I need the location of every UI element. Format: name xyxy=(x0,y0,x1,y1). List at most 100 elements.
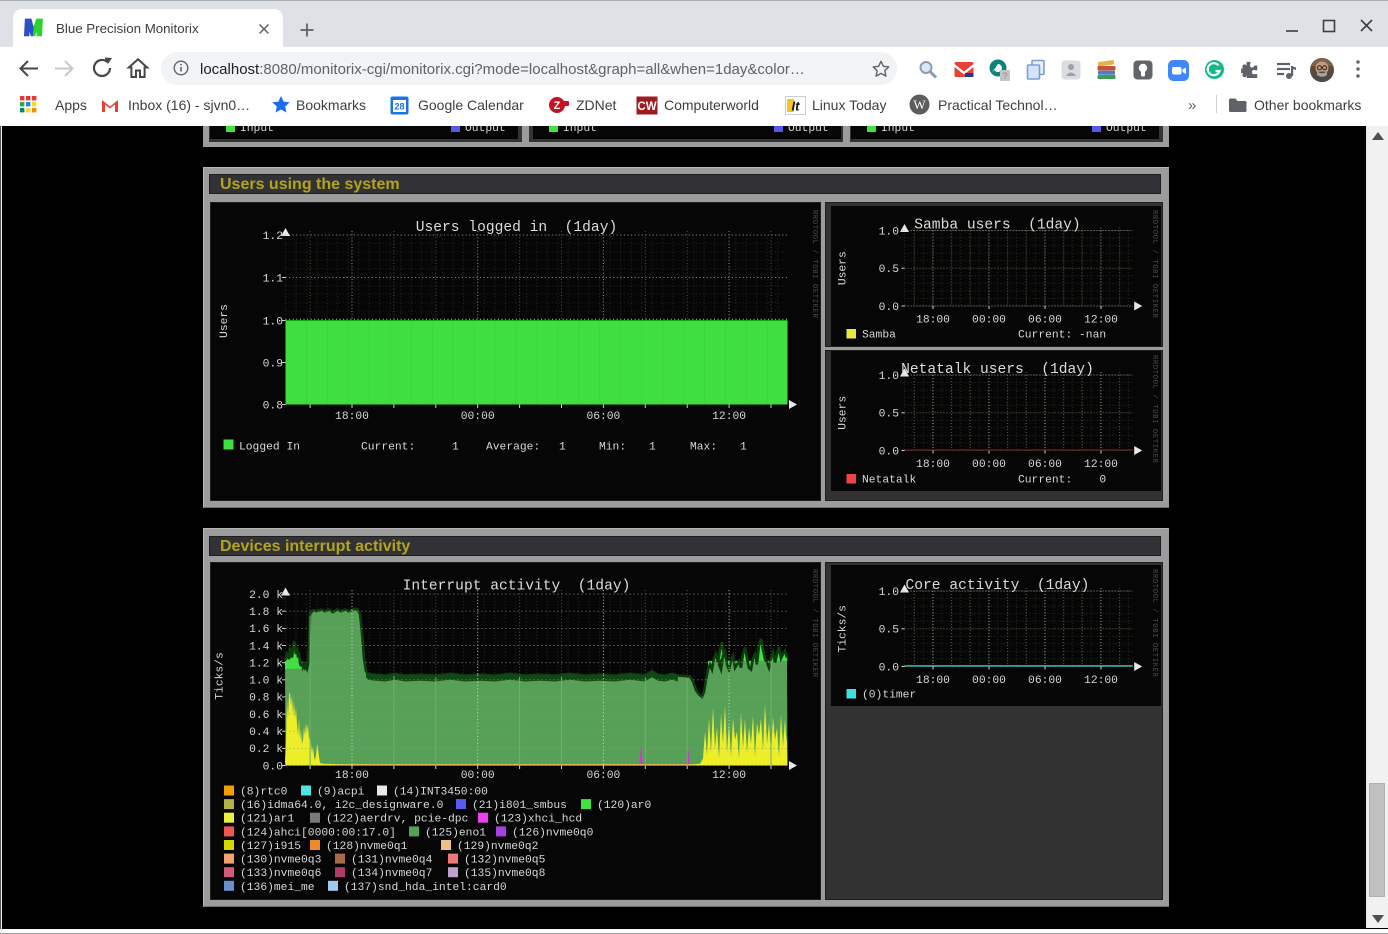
svg-text:(120)ar0: (120)ar0 xyxy=(597,800,651,812)
svg-text:RRDTOOL / TOBI OETIKER: RRDTOOL / TOBI OETIKER xyxy=(810,210,818,319)
svg-text:It: It xyxy=(792,99,801,114)
svg-text:Average:: Average: xyxy=(486,441,540,453)
svg-text:Max:: Max: xyxy=(690,441,717,453)
svg-text:0.2 k: 0.2 k xyxy=(249,744,283,756)
svg-text:(129)nvme0q2: (129)nvme0q2 xyxy=(457,841,538,853)
svg-text:1.4 k: 1.4 k xyxy=(249,641,283,653)
svg-text:0.8 k: 0.8 k xyxy=(249,693,283,705)
svg-text:1.0: 1.0 xyxy=(879,370,900,382)
svg-text:(130)nvme0q3: (130)nvme0q3 xyxy=(240,855,322,867)
svg-text:0.5: 0.5 xyxy=(879,264,900,276)
svg-text:Netatalk: Netatalk xyxy=(862,474,916,486)
svg-text:0.5: 0.5 xyxy=(879,408,900,420)
svg-text:Current: 0: Current: 0 xyxy=(1018,474,1106,486)
svg-text:RRDTOOL / TOBI OETIKER: RRDTOOL / TOBI OETIKER xyxy=(1150,569,1158,678)
svg-text:1.8 k: 1.8 k xyxy=(249,607,283,619)
svg-text:00:00: 00:00 xyxy=(972,458,1006,470)
svg-text:1.0: 1.0 xyxy=(263,316,284,328)
svg-text:(14)INT3450:00: (14)INT3450:00 xyxy=(393,787,488,799)
svg-text:Interrupt activity (1day): Interrupt activity (1day) xyxy=(403,579,631,595)
svg-text:00:00: 00:00 xyxy=(972,314,1006,326)
svg-text:?: ? xyxy=(1002,71,1007,81)
svg-text:18:00: 18:00 xyxy=(916,314,950,326)
svg-text:Users: Users xyxy=(838,251,850,285)
svg-text:0.6 k: 0.6 k xyxy=(249,710,283,722)
svg-text:0.5: 0.5 xyxy=(879,625,900,637)
svg-text:(21)i801_smbus: (21)i801_smbus xyxy=(472,800,567,812)
svg-text:Current: -nan: Current: -nan xyxy=(1018,330,1106,342)
svg-text:RRDTOOL / TOBI OETIKER: RRDTOOL / TOBI OETIKER xyxy=(1150,355,1158,464)
svg-text:(134)nvme0q7: (134)nvme0q7 xyxy=(351,868,432,880)
svg-text:(121)ar1: (121)ar1 xyxy=(240,814,294,826)
svg-text:(126)nvme0q0: (126)nvme0q0 xyxy=(512,827,594,839)
svg-text:Netatalk users (1day): Netatalk users (1day) xyxy=(901,362,1094,378)
svg-text:06:00: 06:00 xyxy=(1028,458,1062,470)
svg-text:1: 1 xyxy=(649,441,656,453)
svg-text:1.0: 1.0 xyxy=(879,226,900,238)
svg-text:1.0 k: 1.0 k xyxy=(249,676,283,688)
svg-text:(124)ahci[0000:00:17.0]: (124)ahci[0000:00:17.0] xyxy=(240,827,396,839)
svg-text:12:00: 12:00 xyxy=(1084,314,1118,326)
svg-text:12:00: 12:00 xyxy=(1084,458,1118,470)
svg-text:1.2 k: 1.2 k xyxy=(249,659,283,671)
svg-text:(0)timer: (0)timer xyxy=(862,690,916,702)
svg-text:06:00: 06:00 xyxy=(1028,314,1062,326)
svg-text:00:00: 00:00 xyxy=(461,770,495,782)
svg-text:(136)mei_me: (136)mei_me xyxy=(240,882,315,894)
svg-text:Ticks/s: Ticks/s xyxy=(838,605,850,652)
svg-text:Current:: Current: xyxy=(361,441,415,453)
svg-text:0.0: 0.0 xyxy=(879,446,900,458)
svg-text:(128)nvme0q1: (128)nvme0q1 xyxy=(326,841,408,853)
svg-text:0.9: 0.9 xyxy=(263,358,283,370)
svg-text:1: 1 xyxy=(559,441,566,453)
svg-text:(16)idma64.0, i2c_designware.0: (16)idma64.0, i2c_designware.0 xyxy=(240,800,444,812)
svg-text:W: W xyxy=(913,97,926,112)
svg-text:CW: CW xyxy=(637,101,656,113)
svg-text:18:00: 18:00 xyxy=(335,411,369,423)
svg-text:Users: Users xyxy=(219,304,231,338)
svg-text:(135)nvme0q8: (135)nvme0q8 xyxy=(464,868,546,880)
svg-text:2.0 k: 2.0 k xyxy=(249,590,283,602)
svg-text:18:00: 18:00 xyxy=(335,770,369,782)
svg-text:Core activity (1day): Core activity (1day) xyxy=(906,578,1090,594)
svg-text:Logged In: Logged In xyxy=(239,441,300,453)
svg-text:18:00: 18:00 xyxy=(916,675,950,687)
svg-text:(131)nvme0q4: (131)nvme0q4 xyxy=(351,855,433,867)
svg-text:06:00: 06:00 xyxy=(586,770,620,782)
svg-text:(125)eno1: (125)eno1 xyxy=(425,827,486,839)
svg-text:Samba: Samba xyxy=(862,330,896,342)
svg-text:12:00: 12:00 xyxy=(712,770,746,782)
svg-text:0.0: 0.0 xyxy=(879,662,900,674)
svg-text:00:00: 00:00 xyxy=(972,675,1006,687)
svg-text:06:00: 06:00 xyxy=(586,411,620,423)
svg-text:Users: Users xyxy=(838,395,850,429)
svg-text:(133)nvme0q6: (133)nvme0q6 xyxy=(240,868,322,880)
svg-text:12:00: 12:00 xyxy=(1084,675,1118,687)
svg-text:Samba users (1day): Samba users (1day) xyxy=(914,218,1080,234)
svg-text:1: 1 xyxy=(452,441,459,453)
svg-text:Ticks/s: Ticks/s xyxy=(215,652,227,699)
svg-text:RRDTOOL / TOBI OETIKER: RRDTOOL / TOBI OETIKER xyxy=(1150,210,1158,319)
svg-text:0.4 k: 0.4 k xyxy=(249,727,283,739)
svg-text:1.1: 1.1 xyxy=(263,273,284,285)
svg-text:(127)i915: (127)i915 xyxy=(240,841,301,853)
svg-text:M: M xyxy=(24,15,43,40)
svg-text:12:00: 12:00 xyxy=(712,411,746,423)
svg-text:(132)nvme0q5: (132)nvme0q5 xyxy=(464,855,546,867)
svg-text:Users logged in (1day): Users logged in (1day) xyxy=(416,220,617,236)
svg-text:06:00: 06:00 xyxy=(1028,675,1062,687)
svg-text:1.2: 1.2 xyxy=(263,231,283,243)
svg-text:Z: Z xyxy=(554,100,561,112)
svg-text:1.6 k: 1.6 k xyxy=(249,624,283,636)
svg-text:1.0: 1.0 xyxy=(879,587,900,599)
svg-text:1: 1 xyxy=(740,441,747,453)
svg-text:0.8: 0.8 xyxy=(263,400,284,412)
svg-text:0.0: 0.0 xyxy=(879,302,900,314)
svg-text:(8)rtc0: (8)rtc0 xyxy=(240,787,288,799)
svg-text:28: 28 xyxy=(394,102,404,112)
svg-text:Min:: Min: xyxy=(599,441,626,453)
svg-text:18:00: 18:00 xyxy=(916,458,950,470)
svg-text:(9)acpi: (9)acpi xyxy=(317,787,365,799)
svg-text:(123)xhci_hcd: (123)xhci_hcd xyxy=(494,814,582,826)
svg-text:00:00: 00:00 xyxy=(461,411,495,423)
